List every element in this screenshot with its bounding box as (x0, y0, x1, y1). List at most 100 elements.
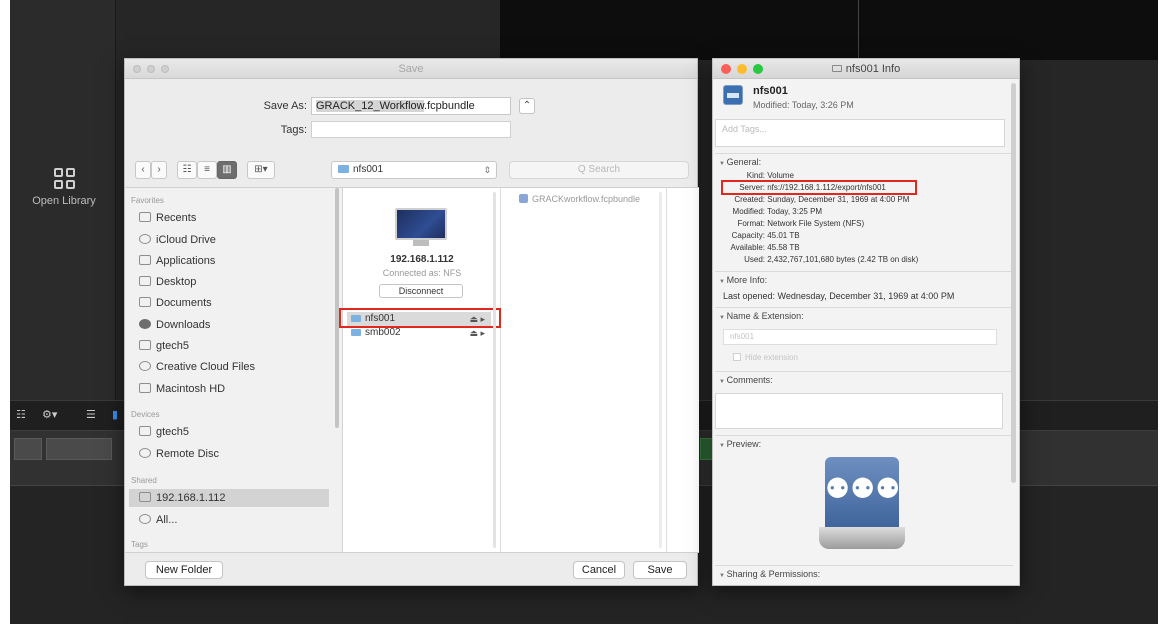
file-item[interactable]: GRACKworkflow.fcpbundle (519, 194, 640, 204)
browser-toolbar: ‹ › ☷ ≡ ▥ ⊞▾ nfs001 ⇕ Q Search (125, 159, 699, 183)
sidebar-item-label: Desktop (156, 276, 197, 288)
list-icon[interactable]: ☷ (16, 408, 26, 421)
contents-column: GRACKworkflow.fcpbundle (501, 188, 667, 552)
sidebar-item-downloads[interactable]: Downloads (139, 317, 210, 333)
shared-drive-preview-icon: ⚉⚉⚉ (817, 455, 907, 555)
sidebar-item-macintosh-hd[interactable]: Macintosh HD (139, 381, 225, 397)
section-name-extension[interactable]: Name & Extension: (719, 311, 804, 321)
save-as-field[interactable]: GRACK_12_Workflow.fcpbundle (311, 97, 511, 115)
general-format: Format: Network File System (NFS) (737, 219, 865, 228)
new-folder-button[interactable]: New Folder (145, 561, 223, 579)
connection-status: Connected as: NFS (382, 268, 462, 278)
save-as-label: Save As: (263, 100, 307, 112)
sidebar-item-label: gtech5 (156, 340, 190, 352)
sidebar-item-gtech5-device[interactable]: gtech5 (139, 424, 189, 440)
volume-name: nfs001 (753, 85, 788, 97)
section-more-info[interactable]: More Info: (719, 275, 768, 285)
highlight-annotation (721, 180, 917, 195)
timeline-mode-icon[interactable]: ▮ (112, 408, 118, 421)
divider (715, 271, 1013, 272)
save-button[interactable]: Save (633, 561, 687, 579)
timeline-clip[interactable] (14, 438, 42, 460)
sidebar-header-shared: Shared (131, 476, 157, 485)
download-icon (139, 319, 151, 329)
open-library-label: Open Library (32, 195, 96, 207)
viewer-divider (858, 0, 859, 60)
sidebar-item-creative-cloud[interactable]: Creative Cloud Files (139, 359, 255, 375)
server-column: 192.168.1.112 Connected as: NFS Disconne… (339, 188, 501, 552)
column-view-button[interactable]: ▥ (217, 161, 237, 179)
comments-textarea[interactable] (715, 393, 1003, 429)
eject-icon[interactable]: ⏏ ▸ (469, 326, 485, 340)
sidebar-item-recents[interactable]: Recents (139, 210, 196, 226)
sidebar-item-applications[interactable]: Applications (139, 253, 215, 269)
general-capacity: Capacity: 45.01 TB (731, 231, 800, 240)
column-scrollbar[interactable] (493, 192, 496, 548)
sidebar-header-tags: Tags (131, 540, 148, 549)
gallery-view-button[interactable]: ⊞▾ (247, 161, 275, 179)
gear-icon[interactable]: ⚙▾ (42, 408, 57, 421)
divider (715, 307, 1013, 308)
back-button[interactable]: ‹ (135, 161, 151, 179)
column-scrollbar[interactable] (659, 192, 662, 548)
hide-extension-checkbox[interactable]: Hide extension (733, 353, 798, 362)
timeline-clip[interactable] (46, 438, 112, 460)
network-volume-icon (723, 85, 743, 105)
forward-button[interactable]: › (151, 161, 167, 179)
sidebar-item-server[interactable]: 192.168.1.112 (139, 490, 226, 506)
divider (715, 371, 1013, 372)
general-available: Available: 45.58 TB (730, 243, 800, 252)
save-titlebar: Save (125, 59, 697, 79)
tags-field[interactable] (311, 121, 511, 138)
sidebar-header-devices: Devices (131, 410, 160, 419)
save-as-selected-text: GRACK_12_Workflow (316, 100, 425, 112)
sidebar-item-remote-disc[interactable]: Remote Disc (139, 446, 219, 462)
library-grid-icon (24, 168, 104, 189)
network-icon (139, 514, 151, 524)
list-view-button[interactable]: ≡ (197, 161, 217, 179)
search-input[interactable]: Q Search (509, 161, 689, 179)
info-scrollbar[interactable] (1011, 83, 1016, 483)
highlight-annotation (339, 308, 501, 328)
sidebar-item-label: gtech5 (156, 426, 190, 438)
server-icon (139, 492, 151, 502)
sidebar-item-icloud[interactable]: iCloud Drive (139, 232, 216, 248)
general-created: Created: Sunday, December 31, 1969 at 4:… (734, 195, 910, 204)
open-library-button[interactable]: Open Library (24, 168, 104, 207)
share-item-smb002[interactable]: smb002 ⏏ ▸ (347, 326, 491, 340)
desktop-icon (139, 276, 151, 286)
icon-view-button[interactable]: ☷ (177, 161, 197, 179)
applications-icon (139, 255, 151, 265)
sidebar-item-desktop[interactable]: Desktop (139, 274, 196, 290)
sidebar-item-gtech5-home[interactable]: gtech5 (139, 338, 189, 354)
name-field[interactable]: nfs001 (723, 329, 997, 345)
disconnect-button[interactable]: Disconnect (379, 284, 463, 298)
sidebar-item-label: 192.168.1.112 (156, 492, 226, 504)
viewer-area (500, 0, 1158, 60)
path-popup[interactable]: nfs001 ⇕ (331, 161, 497, 179)
section-preview[interactable]: Preview: (719, 439, 762, 449)
cloud-icon (139, 234, 151, 244)
sidebar: Favorites Recents iCloud Drive Applicati… (125, 188, 343, 552)
divider (715, 435, 1013, 436)
save-dialog-title: Save (398, 63, 424, 75)
filmstrip-icon[interactable]: ☰ (86, 408, 96, 421)
info-window: nfs001 Info nfs001 Modified: Today, 3:26… (712, 58, 1020, 586)
section-general[interactable]: General: (719, 157, 762, 167)
cancel-button[interactable]: Cancel (573, 561, 625, 579)
section-comments[interactable]: Comments: (719, 375, 773, 385)
tags-input[interactable]: Add Tags... (715, 119, 1005, 147)
section-sharing-permissions[interactable]: Sharing & Permissions: (719, 569, 821, 579)
sidebar-item-all[interactable]: All... (139, 512, 177, 528)
path-popup-label: nfs001 (353, 164, 384, 175)
file-item-label: GRACKworkflow.fcpbundle (532, 194, 641, 204)
server-name: 192.168.1.112 (390, 254, 454, 265)
sidebar-item-label: Recents (156, 212, 197, 224)
sidebar-item-documents[interactable]: Documents (139, 295, 212, 311)
general-modified: Modified: Today, 3:25 PM (732, 207, 823, 216)
sidebar-item-label: Applications (156, 255, 216, 267)
sidebar-item-label: All... (156, 514, 178, 526)
creative-cloud-icon (139, 361, 151, 371)
server-computer-icon (395, 208, 447, 246)
collapse-dialog-button[interactable]: ⌃ (519, 98, 535, 114)
